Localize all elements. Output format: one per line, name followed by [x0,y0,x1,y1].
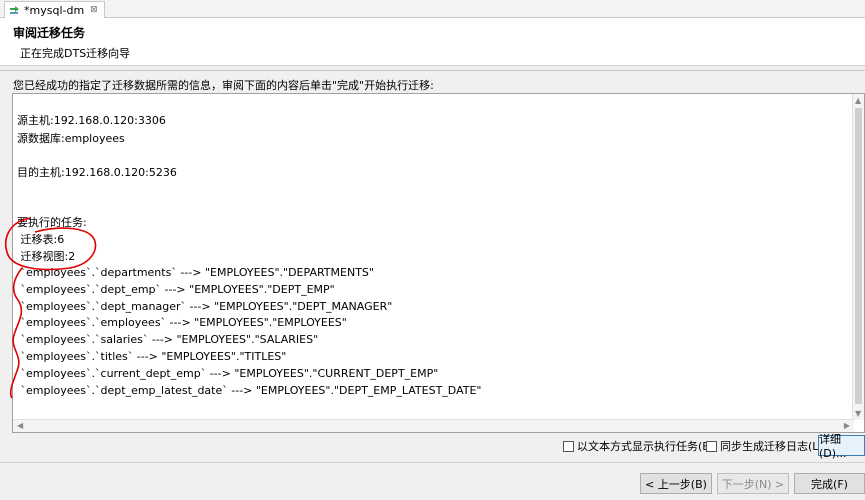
tables-count-line: 迁移表:6 [17,233,65,246]
footer-divider [0,462,865,463]
scroll-up-arrow-icon[interactable]: ▲ [855,96,861,105]
task-summary-textarea[interactable]: 源主机:192.168.0.120:3306 源数据库:employees 目的… [12,93,865,433]
generate-log-label: 同步生成迁移日志(L) [720,440,823,453]
mapping-line: `employees`.`salaries` ---> "EMPLOYEES".… [17,333,319,346]
source-host-line: 源主机:192.168.0.120:3306 [17,114,166,127]
scroll-down-arrow-icon[interactable]: ▼ [855,409,861,418]
mapping-line: `employees`.`dept_emp` ---> "EMPLOYEES".… [17,283,335,296]
finish-button[interactable]: 完成(F) [794,473,865,494]
mapping-line: `employees`.`dept_manager` ---> "EMPLOYE… [17,300,393,313]
page-title: 审阅迁移任务 [13,26,86,40]
mapping-line: `employees`.`titles` ---> "EMPLOYEES"."T… [17,350,287,363]
checkbox-box[interactable] [563,440,574,452]
show-as-text-checkbox[interactable]: 以文本方式显示执行任务(E) [563,439,714,453]
vertical-scroll-thumb[interactable] [855,108,862,404]
checkbox-box[interactable] [706,440,717,452]
mapping-line: `employees`.`current_dept_emp` ---> "EMP… [17,367,439,380]
source-db-line: 源数据库:employees [17,132,125,145]
close-icon[interactable]: ⊠ [90,5,98,15]
editor-tab[interactable]: *mysql-dm ⊠ [4,1,105,18]
scroll-right-arrow-icon[interactable]: ▶ [844,421,850,430]
horizontal-scrollbar[interactable]: ◀ ▶ [13,419,854,432]
dm-connection-icon [10,6,19,14]
editor-tab-title: *mysql-dm [24,3,85,17]
wizard-header: 审阅迁移任务 正在完成DTS迁移向导 [0,18,865,66]
show-as-text-label: 以文本方式显示执行任务(E) [577,440,714,453]
mapping-line: `employees`.`departments` ---> "EMPLOYEE… [17,266,374,279]
next-button[interactable]: 下一步(N) > [717,473,789,494]
details-button[interactable]: 详细(D)... [818,433,865,460]
header-divider [0,70,865,71]
target-host-line: 目的主机:192.168.0.120:5236 [17,166,177,179]
editor-tab-bar: *mysql-dm ⊠ [0,0,865,18]
views-count-line: 迁移视图:2 [17,250,76,263]
page-subtitle: 正在完成DTS迁移向导 [20,47,131,60]
mapping-line: `employees`.`dept_emp_latest_date` ---> … [17,384,482,397]
vertical-scrollbar[interactable]: ▲ ▼ [852,94,864,420]
generate-log-checkbox[interactable]: 同步生成迁移日志(L) [706,439,823,453]
tasks-heading: 要执行的任务: [17,216,87,229]
back-button[interactable]: < 上一步(B) [640,473,712,494]
mapping-line: `employees`.`employees` ---> "EMPLOYEES"… [17,316,347,329]
intro-text: 您已经成功的指定了迁移数据所需的信息，审阅下面的内容后单击"完成"开始执行迁移: [13,79,434,92]
scroll-left-arrow-icon[interactable]: ◀ [17,421,23,430]
